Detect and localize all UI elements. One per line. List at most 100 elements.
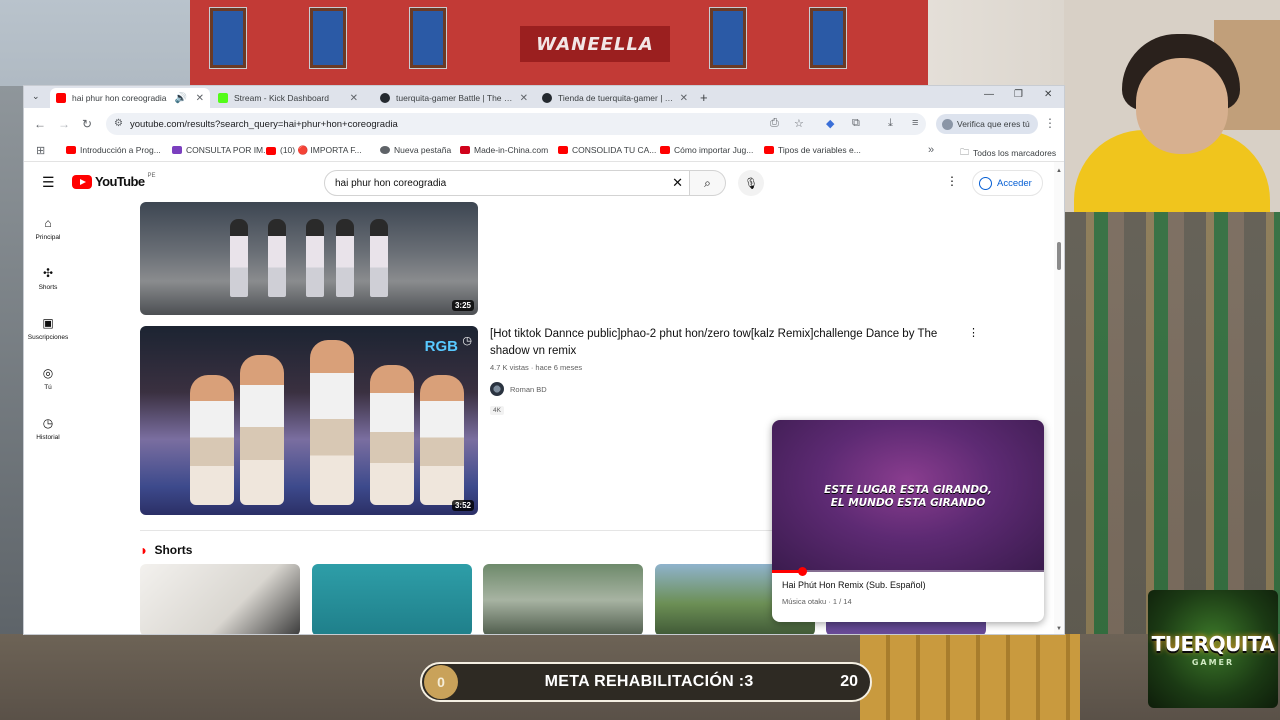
more-bookmarks-icon[interactable]: » xyxy=(928,144,934,156)
close-icon[interactable]: ✕ xyxy=(680,93,688,104)
dancer xyxy=(420,375,464,505)
scroll-down-icon[interactable]: ▼ xyxy=(1056,626,1062,632)
reload-icon[interactable]: ↻ xyxy=(82,117,92,131)
progress-scrubber[interactable] xyxy=(797,567,807,576)
video-thumbnail[interactable]: 3:25 xyxy=(140,202,478,315)
bookmark-icon xyxy=(172,146,182,154)
bookmark-item[interactable]: Introducción a Prog... xyxy=(66,145,161,155)
short-thumbnail[interactable] xyxy=(140,564,300,634)
restore-icon[interactable]: ❐ xyxy=(1014,89,1023,100)
bookmark-icon xyxy=(660,146,670,154)
install-icon[interactable]: ⎙ xyxy=(770,117,779,130)
video-duration: 3:25 xyxy=(451,300,474,311)
youtube-masthead: ☰ YouTube PE hai phur hon coreogradia ✕ … xyxy=(24,162,1064,202)
shorts-heading: ◗ Shorts xyxy=(140,542,192,558)
page-scrollbar[interactable]: ▲ ▼ xyxy=(1054,162,1064,634)
video-more-icon[interactable]: ⋮ xyxy=(968,326,979,339)
guide-item-you[interactable]: ◎ Tú xyxy=(24,366,72,391)
download-icon[interactable]: ⤓ xyxy=(888,117,893,130)
tab-search-icon[interactable]: ⌄ xyxy=(32,91,40,102)
github-favicon-icon xyxy=(542,93,552,103)
bookmark-item[interactable]: Cómo importar Jug... xyxy=(660,145,753,155)
browser-window: ⌄ hai phur hon coreogradia 🔊 ✕ Stream - … xyxy=(24,86,1064,634)
bookmark-item[interactable]: Nueva pestaña xyxy=(380,145,451,155)
bookmark-icon xyxy=(66,146,76,154)
tab-github-battle[interactable]: tuerquita-gamer Battle | The bi... ✕ xyxy=(374,88,534,108)
bookmark-item[interactable]: Made-in-China.com xyxy=(460,145,548,155)
close-icon[interactable]: ✕ xyxy=(350,93,358,104)
bookmark-item[interactable]: CONSULTA POR IM... xyxy=(172,145,270,155)
watch-later-icon[interactable]: ◷ xyxy=(462,334,472,347)
minimize-icon[interactable]: — xyxy=(984,89,994,100)
youtube-wordmark: YouTube xyxy=(95,174,145,189)
search-button[interactable]: ⌕ xyxy=(690,170,726,196)
bookmark-star-icon[interactable]: ☆ xyxy=(794,117,804,130)
guide-label: Historial xyxy=(36,434,60,441)
browser-menu-icon[interactable]: ⋮ xyxy=(1044,116,1056,130)
miniplayer-progress[interactable] xyxy=(772,567,1044,576)
shorts-title: Shorts xyxy=(154,543,193,557)
apps-icon[interactable]: ⊞ xyxy=(36,144,45,157)
site-info-icon[interactable]: ⚙ xyxy=(114,118,123,129)
search-input[interactable]: hai phur hon coreogradia ✕ xyxy=(324,170,690,196)
sign-in-label: Acceder xyxy=(997,177,1032,189)
dancer xyxy=(306,219,324,297)
guide-item-subscriptions[interactable]: ▣ Suscripciones xyxy=(24,316,72,341)
window-close-icon[interactable]: ✕ xyxy=(1044,89,1052,100)
voice-search-button[interactable]: 🎙 xyxy=(738,170,764,196)
video-thumbnail[interactable]: RGB ◷ 3:52 xyxy=(140,326,478,515)
tab-github-store[interactable]: Tienda de tuerquita-gamer | Th... ✕ xyxy=(536,88,694,108)
extensions-icon[interactable]: ⧉ xyxy=(852,117,860,130)
settings-menu-icon[interactable]: ⋮ xyxy=(946,174,958,188)
thumbnail-logo: RGB xyxy=(424,338,458,355)
guide-item-home[interactable]: ⌂ Principal xyxy=(24,216,72,241)
tab-kick[interactable]: Stream - Kick Dashboard ✕ xyxy=(212,88,364,108)
media-icon[interactable]: ≡ xyxy=(912,117,918,129)
speaker-icon[interactable]: 🔊 xyxy=(175,93,187,104)
tab-youtube[interactable]: hai phur hon coreogradia 🔊 ✕ xyxy=(50,88,210,108)
bookmark-icon xyxy=(764,146,774,154)
building-window xyxy=(810,8,846,68)
channel-link[interactable]: Roman BD xyxy=(490,382,547,396)
bookmark-item[interactable]: CONSOLIDA TU CA... xyxy=(558,145,656,155)
sign-in-button[interactable]: Acceder xyxy=(972,170,1043,196)
miniplayer[interactable]: ESTE LUGAR ESTA GIRANDO, EL MUNDO ESTA G… xyxy=(772,420,1044,622)
dancer xyxy=(336,219,354,297)
close-icon[interactable]: ✕ xyxy=(196,93,204,104)
short-thumbnail[interactable] xyxy=(312,564,472,634)
youtube-page: ☰ YouTube PE hai phur hon coreogradia ✕ … xyxy=(24,162,1064,634)
goal-target: 20 xyxy=(840,673,858,690)
forward-icon[interactable]: → xyxy=(58,117,70,131)
back-icon[interactable]: ← xyxy=(34,117,46,131)
bookmark-item[interactable]: Tipos de variables e... xyxy=(764,145,861,155)
guide-item-history[interactable]: ◷ Historial xyxy=(24,416,72,441)
clear-search-icon[interactable]: ✕ xyxy=(672,175,683,191)
dancer xyxy=(370,219,388,297)
webcam-face xyxy=(1136,58,1228,154)
scrollbar-thumb[interactable] xyxy=(1057,242,1061,270)
address-bar[interactable]: ⚙ youtube.com/results?search_query=hai+p… xyxy=(106,113,926,135)
all-bookmarks[interactable]: 🗀 Todos los marcadores xyxy=(960,145,1056,161)
video-meta: 4.7 K vistas · hace 6 meses xyxy=(490,363,583,372)
youtube-logo[interactable]: YouTube PE xyxy=(72,173,156,189)
guide-item-shorts[interactable]: ✣ Shorts xyxy=(24,266,72,291)
lyric-line: ESTE LUGAR ESTA GIRANDO, xyxy=(824,484,992,496)
search-value: hai phur hon coreogradia xyxy=(335,177,447,189)
bookmark-item[interactable]: (10) 🔴 IMPORTA F... xyxy=(266,145,362,156)
video-title[interactable]: [Hot tiktok Dannce public]phao-2 phut ho… xyxy=(490,326,960,360)
bookmark-label: Nueva pestaña xyxy=(394,145,452,155)
shorts-logo-icon: ◗ xyxy=(140,542,149,558)
close-icon[interactable]: ✕ xyxy=(520,93,528,104)
subscriptions-icon: ▣ xyxy=(42,316,54,330)
home-icon: ⌂ xyxy=(44,216,52,230)
game-wall xyxy=(0,86,24,634)
new-tab-button[interactable]: + xyxy=(700,90,708,105)
history-icon: ◷ xyxy=(42,416,54,430)
dancer xyxy=(370,365,414,505)
short-thumbnail[interactable] xyxy=(483,564,643,634)
brand-name: TUERQUITA xyxy=(1151,631,1275,656)
hamburger-menu-icon[interactable]: ☰ xyxy=(42,174,55,191)
extension-off-icon[interactable]: ◆ xyxy=(826,117,834,130)
scroll-up-icon[interactable]: ▲ xyxy=(1056,168,1062,174)
profile-chip[interactable]: Verifica que eres tú xyxy=(936,114,1038,134)
